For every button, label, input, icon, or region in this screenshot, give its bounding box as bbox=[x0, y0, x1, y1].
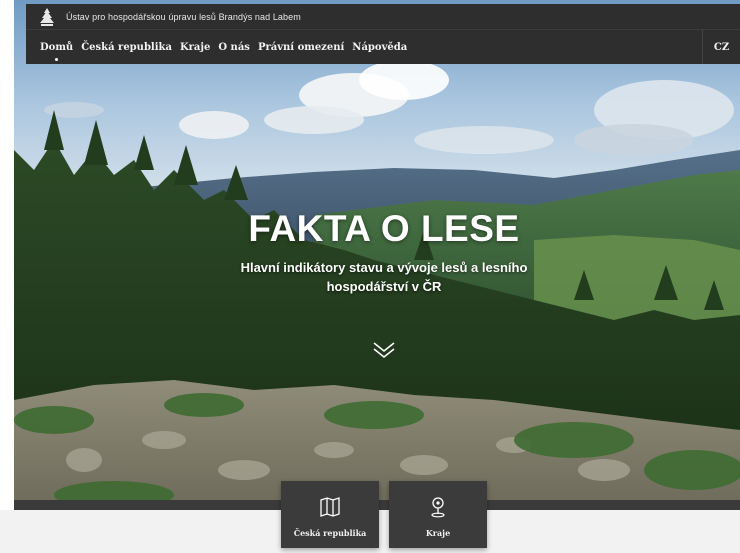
nav-item-o-nas[interactable]: O nás bbox=[218, 42, 250, 53]
main-navigation: Domů Česká republika Kraje O nás Právní … bbox=[26, 30, 740, 64]
nav-item-domu[interactable]: Domů bbox=[40, 42, 73, 61]
tree-logo-icon[interactable] bbox=[38, 7, 56, 27]
header-brand-bar: Ústav pro hospodářskou úpravu lesů Brand… bbox=[26, 4, 740, 30]
hero-subtitle: Hlavní indikátory stavu a vývoje lesů a … bbox=[240, 260, 528, 294]
nav-item-pravni-omezeni[interactable]: Právní omezení bbox=[258, 42, 344, 53]
tile-ceska-republika[interactable]: Česká republika bbox=[281, 481, 379, 548]
nav-item-napoveda[interactable]: Nápověda bbox=[352, 42, 407, 53]
tile-label: Kraje bbox=[425, 528, 451, 538]
tile-kraje[interactable]: Kraje bbox=[389, 481, 487, 548]
map-pin-icon bbox=[431, 497, 445, 518]
nav-item-ceska-republika[interactable]: Česká republika bbox=[81, 42, 172, 53]
hero-banner bbox=[14, 0, 740, 510]
hero-title: FAKTA O LESE bbox=[248, 208, 520, 249]
organization-name[interactable]: Ústav pro hospodářskou úpravu lesů Brand… bbox=[66, 12, 301, 22]
forest-landscape-image bbox=[14, 0, 740, 510]
nav-item-kraje[interactable]: Kraje bbox=[180, 42, 210, 53]
map-icon bbox=[320, 497, 340, 517]
site-header: Ústav pro hospodářskou úpravu lesů Brand… bbox=[26, 4, 740, 64]
tile-label: Česká republika bbox=[293, 528, 367, 538]
double-chevron-down-icon[interactable] bbox=[372, 340, 396, 360]
language-switch-button[interactable]: CZ bbox=[702, 30, 740, 64]
